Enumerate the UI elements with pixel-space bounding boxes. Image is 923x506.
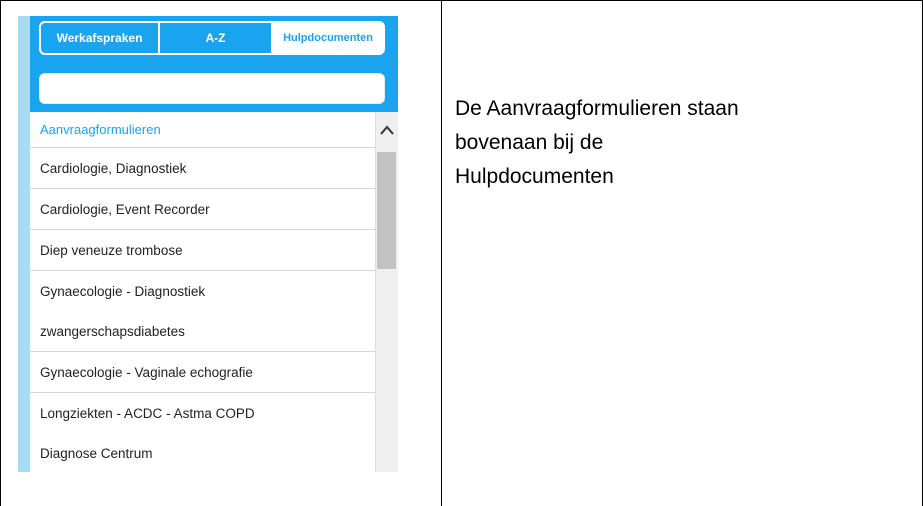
- scroll-up-button[interactable]: [375, 112, 398, 148]
- caption-text: De Aanvraagformulieren staan bovenaan bi…: [455, 97, 739, 188]
- scrollbar-edge: [375, 112, 376, 472]
- list-item[interactable]: Diep veneuze trombose: [30, 230, 375, 271]
- list-item[interactable]: Cardiologie, Diagnostiek: [30, 148, 375, 189]
- list-item-label: Diagnose Centrum: [40, 445, 153, 461]
- accent-stripe: [18, 16, 30, 472]
- table-border-middle: [441, 0, 442, 506]
- list-item-label: Cardiologie, Diagnostiek: [40, 160, 187, 176]
- app-header: Werkafspraken A-Z Hulpdocumenten: [30, 16, 398, 112]
- list-item-label: Gynaecologie - Diagnostiek: [40, 283, 206, 299]
- list-item-label: Gynaecologie - Vaginale echografie: [40, 364, 253, 380]
- list-item-label: Cardiologie, Event Recorder: [40, 201, 210, 217]
- chevron-up-icon: [379, 125, 394, 135]
- tab-hulpdocumenten[interactable]: Hulpdocumenten: [271, 23, 383, 53]
- tab-werkafspraken[interactable]: Werkafspraken: [41, 23, 158, 53]
- tab-bar: Werkafspraken A-Z Hulpdocumenten: [39, 21, 385, 55]
- search-input[interactable]: [39, 73, 385, 104]
- app-screenshot: Werkafspraken A-Z Hulpdocumenten Aanvraa…: [18, 16, 398, 472]
- list-item[interactable]: Gynaecologie - Diagnostiek zwangerschapsd…: [30, 271, 375, 352]
- scrollbar[interactable]: [375, 112, 398, 472]
- document-list: Aanvraagformulieren Cardiologie, Diagnos…: [30, 112, 375, 472]
- list-item[interactable]: Gynaecologie - Vaginale echografie: [30, 352, 375, 393]
- list-item[interactable]: Longziekten - ACDC - Astma COPD Diagnose …: [30, 393, 375, 472]
- list-item-label: zwangerschapsdiabetes: [40, 323, 185, 339]
- list-section-header: Aanvraagformulieren: [30, 112, 375, 148]
- scroll-thumb[interactable]: [377, 152, 396, 269]
- table-border-top: [0, 0, 923, 1]
- list-item-label: Longziekten - ACDC - Astma COPD: [40, 405, 255, 421]
- list-item-label: Diep veneuze trombose: [40, 242, 183, 258]
- list-item[interactable]: Cardiologie, Event Recorder: [30, 189, 375, 230]
- table-border-left: [0, 0, 1, 506]
- tab-a-z[interactable]: A-Z: [158, 23, 271, 53]
